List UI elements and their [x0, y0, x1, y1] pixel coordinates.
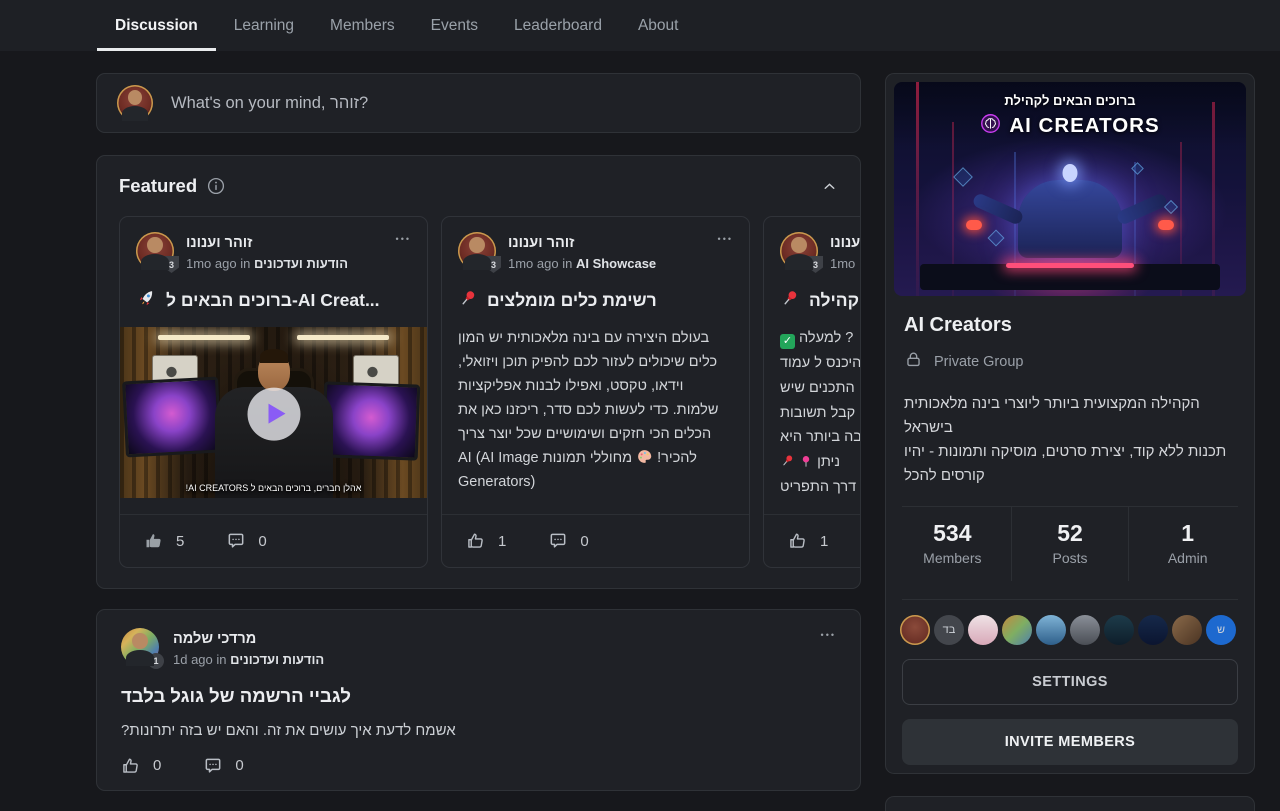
- comment-button[interactable]: [203, 756, 223, 776]
- info-icon[interactable]: [207, 177, 225, 195]
- more-options-icon[interactable]: •••: [821, 628, 836, 640]
- like-button[interactable]: [466, 531, 486, 551]
- level-badge: 3: [486, 256, 501, 273]
- rocket-icon: [136, 288, 157, 314]
- like-button[interactable]: [121, 756, 141, 776]
- chevron-up-icon[interactable]: [821, 178, 838, 195]
- post-body: בעולם היצירה עם בינה מלאכותית יש המון כל…: [458, 326, 733, 494]
- monitor-graphic: [122, 376, 222, 457]
- author-avatar[interactable]: 3: [780, 232, 818, 270]
- member-avatar[interactable]: [968, 615, 998, 645]
- banner-brand-text: AI CREATORS: [1009, 114, 1159, 138]
- member-avatar[interactable]: [1036, 615, 1066, 645]
- featured-carousel: 3 זוהר וענונו 1mo ago in הודעות ועדכונים…: [119, 216, 838, 568]
- level-badge: 3: [164, 256, 179, 273]
- tab-about[interactable]: About: [620, 0, 697, 51]
- level-badge: 3: [808, 256, 823, 273]
- author-avatar[interactable]: 3: [458, 232, 496, 270]
- author-avatar[interactable]: 1: [121, 628, 159, 666]
- featured-section: Featured 3 זוהר וענונו 1mo ago in ה: [96, 155, 861, 589]
- tab-leaderboard[interactable]: Leaderboard: [496, 0, 620, 51]
- invite-members-button[interactable]: INVITE MEMBERS: [902, 719, 1238, 765]
- comment-count: 0: [258, 533, 266, 550]
- post-meta: 1mo ago in AI Showcase: [508, 256, 656, 273]
- author-name[interactable]: מרדכי שלמה: [173, 630, 324, 649]
- post-title: לגביי הרשמה של גוגל בלבד: [121, 685, 836, 707]
- like-count: 1: [820, 533, 828, 550]
- member-avatar[interactable]: [1138, 615, 1168, 645]
- comment-count: 0: [580, 533, 588, 550]
- comment-button[interactable]: [226, 531, 246, 551]
- lock-icon: [904, 350, 923, 373]
- monitor-graphic: [322, 381, 421, 460]
- community-banner-image: ברוכים הבאים לקהילת AI CREATORS: [894, 82, 1246, 296]
- tab-members[interactable]: Members: [312, 0, 413, 51]
- stat-posts[interactable]: 52 Posts: [1011, 507, 1129, 581]
- pushpin-icon: [458, 288, 478, 313]
- more-options-icon[interactable]: •••: [718, 232, 733, 244]
- member-avatar[interactable]: ש: [1206, 615, 1236, 645]
- member-avatar[interactable]: [1104, 615, 1134, 645]
- community-stats: 534 Members 52 Posts 1 Admin: [894, 507, 1246, 581]
- feed-post[interactable]: 1 מרדכי שלמה 1d ago in הודעות ועדכונים •…: [96, 609, 861, 791]
- like-button[interactable]: [788, 531, 808, 551]
- category-link[interactable]: הודעות ועדכונים: [254, 256, 348, 271]
- composer-prompt: What's on your mind, זוהר?: [171, 94, 368, 113]
- post-meta: 1mo ago in הודעות ועדכונים: [186, 256, 348, 273]
- stat-admin[interactable]: 1 Admin: [1128, 507, 1246, 581]
- member-avatar[interactable]: [1172, 615, 1202, 645]
- banner-welcome-text: ברוכים הבאים לקהילת: [894, 93, 1246, 108]
- play-icon[interactable]: [247, 388, 300, 441]
- settings-button[interactable]: SETTINGS: [902, 659, 1238, 705]
- pushpin-icon: [780, 288, 800, 313]
- featured-title: Featured: [119, 175, 197, 197]
- user-avatar[interactable]: [117, 85, 153, 121]
- post-title: ברוכים הבאים ל-AI Creat...: [166, 290, 380, 311]
- like-count: 0: [153, 757, 161, 774]
- featured-post-card[interactable]: 3 זוהר וענונו 1mo ago in AI Showcase •••…: [441, 216, 750, 568]
- more-options-icon[interactable]: •••: [396, 232, 411, 244]
- tab-discussion[interactable]: Discussion: [97, 0, 216, 51]
- featured-post-card[interactable]: 3 זוהר וענונו 1mo חוקי הקהילה ✓ למעלה ? …: [763, 216, 861, 568]
- member-avatar[interactable]: [1002, 615, 1032, 645]
- brain-logo-icon: [980, 113, 1001, 139]
- post-body: ✓ למעלה ? היכנס ל עמוד התכנים שיש קבל תש…: [780, 326, 861, 501]
- author-name[interactable]: זוהר וענונו: [186, 234, 348, 253]
- comment-count: 0: [235, 757, 243, 774]
- member-avatar[interactable]: בד: [934, 615, 964, 645]
- like-count: 1: [498, 533, 506, 550]
- member-avatar[interactable]: [900, 615, 930, 645]
- top-nav: Discussion Learning Members Events Leade…: [0, 0, 1280, 51]
- community-description: הקהילה המקצועית ביותר ליוצרי בינה מלאכות…: [904, 392, 1236, 488]
- stat-members[interactable]: 534 Members: [894, 507, 1011, 581]
- post-meta: 1d ago in הודעות ועדכונים: [173, 652, 324, 669]
- author-avatar[interactable]: 3: [136, 232, 174, 270]
- featured-post-card[interactable]: 3 זוהר וענונו 1mo ago in הודעות ועדכונים…: [119, 216, 428, 568]
- post-composer[interactable]: What's on your mind, זוהר?: [96, 73, 861, 133]
- privacy-label: Private Group: [934, 354, 1023, 370]
- author-name[interactable]: זוהר וענונו: [830, 234, 861, 253]
- category-link[interactable]: AI Showcase: [576, 256, 656, 271]
- member-avatar[interactable]: [1070, 615, 1100, 645]
- level-badge: 1: [148, 653, 164, 669]
- video-thumbnail[interactable]: אהלן חברים, ברוכים הבאים ל AI CREATORS!: [120, 327, 427, 498]
- community-panel: ברוכים הבאים לקהילת AI CREATORS AI Creat…: [885, 73, 1255, 774]
- tab-learning[interactable]: Learning: [216, 0, 312, 51]
- author-name[interactable]: זוהר וענונו: [508, 234, 656, 253]
- category-link[interactable]: הודעות ועדכונים: [230, 652, 324, 667]
- like-count: 5: [176, 533, 184, 550]
- post-title: חוקי הקהילה: [809, 290, 861, 311]
- leaderboard-panel: Leaderboard (30-days): [885, 796, 1255, 811]
- member-avatars-row: בד ש: [900, 615, 1240, 645]
- comment-button[interactable]: [548, 531, 568, 551]
- post-body: אשמח לדעת איך עושים את זה. והאם יש בזה י…: [121, 722, 836, 739]
- post-meta: 1mo: [830, 256, 861, 273]
- video-caption: אהלן חברים, ברוכים הבאים ל AI CREATORS!: [120, 483, 427, 493]
- like-button[interactable]: [144, 531, 164, 551]
- tab-events[interactable]: Events: [413, 0, 496, 51]
- post-title: רשימת כלים מומלצים: [487, 290, 657, 311]
- community-name: AI Creators: [904, 314, 1236, 337]
